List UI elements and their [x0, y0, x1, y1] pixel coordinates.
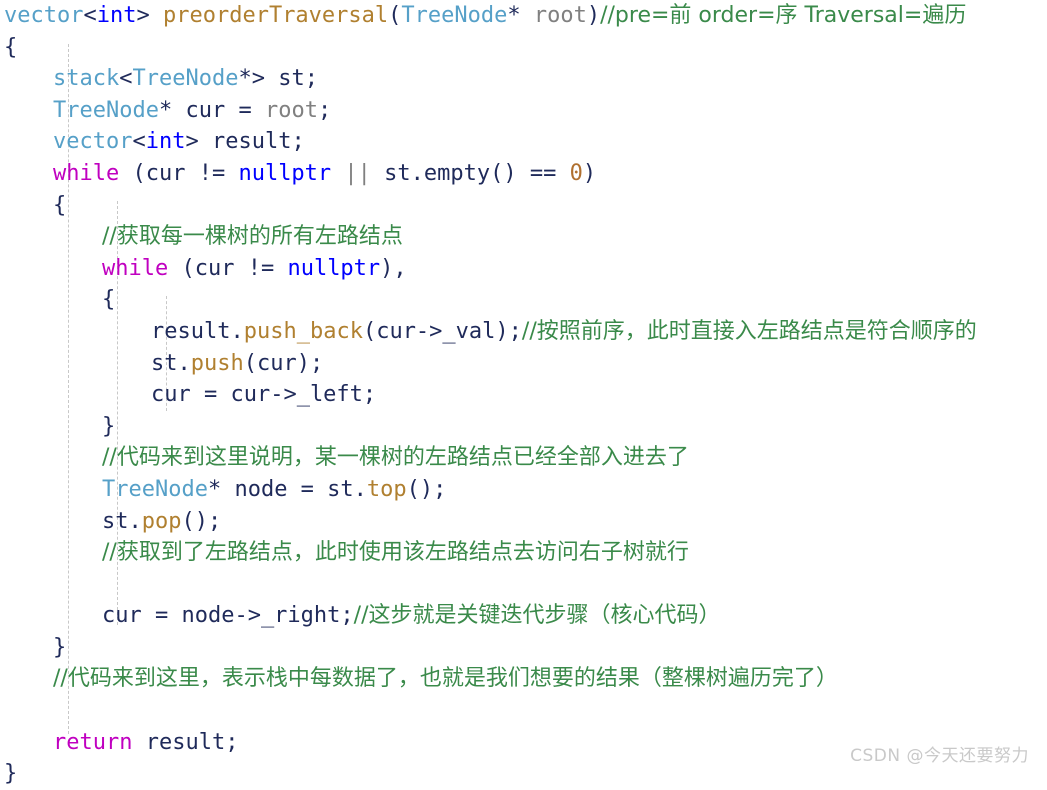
- code-token: ();: [181, 508, 222, 534]
- code-token: (cur->_val);: [362, 318, 522, 344]
- code-line[interactable]: TreeNode* cur = root;: [0, 95, 1047, 127]
- code-line[interactable]: [0, 569, 1047, 601]
- code-comment: //这步就是关键迭代步骤（核心代码）: [353, 603, 721, 629]
- code-token: top: [366, 476, 407, 502]
- code-token: push: [190, 350, 244, 376]
- code-block[interactable]: vector<int> preorderTraversal(TreeNode* …: [0, 0, 1047, 790]
- code-line[interactable]: //获取每一棵树的所有左路结点: [0, 221, 1047, 253]
- code-line[interactable]: {: [0, 284, 1047, 316]
- code-comment: //获取每一棵树的所有左路结点: [102, 224, 403, 250]
- code-token: ();: [406, 476, 447, 502]
- code-token: <: [83, 3, 97, 28]
- code-comment: //按照前序，此时直接入左路结点是符合顺序的: [521, 318, 977, 344]
- csdn-watermark: CSDN @今天还要努力: [850, 746, 1029, 766]
- code-token: }: [53, 634, 67, 660]
- code-line[interactable]: //代码来到这里说明，某一棵树的左路结点已经全部入进去了: [0, 442, 1047, 474]
- code-comment: //获取到了左路结点，此时使用该左路结点去访问右子树就行: [102, 540, 689, 566]
- code-line[interactable]: {: [0, 190, 1047, 222]
- code-token: }: [102, 413, 116, 439]
- code-comment: //pre=前 order=序 Traversal=遍历: [600, 3, 967, 28]
- code-line[interactable]: }: [0, 632, 1047, 664]
- code-line[interactable]: stack<TreeNode*> st;: [0, 63, 1047, 95]
- code-token: <: [132, 129, 146, 155]
- code-token: stack: [53, 66, 120, 92]
- code-token: TreeNode: [401, 3, 508, 28]
- code-token: 0: [569, 160, 583, 186]
- code-token: pop: [141, 508, 182, 534]
- code-token: ),: [380, 255, 407, 281]
- code-token: (cur !=: [119, 160, 239, 186]
- code-token: result;: [211, 129, 305, 155]
- code-token: cur = node->_right;: [102, 603, 354, 629]
- code-token: >: [185, 129, 212, 155]
- code-token: >: [136, 3, 163, 28]
- code-token: while: [53, 160, 120, 186]
- code-line[interactable]: //代码来到这里，表示栈中每数据了，也就是我们想要的结果（整棵树遍历完了）: [0, 663, 1047, 695]
- code-token: *: [507, 3, 534, 28]
- code-token: (cur);: [243, 350, 324, 376]
- code-token: while: [102, 255, 169, 281]
- code-token: {: [53, 192, 67, 218]
- code-comment: //代码来到这里说明，某一棵树的左路结点已经全部入进去了: [102, 445, 689, 471]
- code-token: root: [264, 97, 318, 123]
- code-line[interactable]: st.push(cur);: [0, 348, 1047, 380]
- code-token: root: [533, 3, 587, 28]
- code-line[interactable]: while (cur != nullptr || st.empty() == 0…: [0, 158, 1047, 190]
- code-token: * node = st.: [207, 476, 367, 502]
- code-token: () ==: [490, 160, 570, 186]
- code-token: ;: [317, 97, 332, 123]
- code-token: ): [582, 160, 597, 186]
- code-token: nullptr: [287, 255, 381, 281]
- code-token: st.: [370, 160, 424, 186]
- code-line[interactable]: cur = node->_right;//这步就是关键迭代步骤（核心代码）: [0, 600, 1047, 632]
- code-line[interactable]: vector<int> preorderTraversal(TreeNode* …: [0, 0, 1047, 32]
- code-token: ): [586, 3, 601, 28]
- code-token: cur: [185, 97, 239, 123]
- code-comment: //代码来到这里，表示栈中每数据了，也就是我们想要的结果（整棵树遍历完了）: [53, 666, 838, 692]
- code-token: *: [158, 97, 186, 123]
- code-token: {: [4, 34, 18, 60]
- code-token: TreeNode: [132, 66, 239, 92]
- code-screenshot: vector<int> preorderTraversal(TreeNode* …: [0, 0, 1047, 786]
- code-token: empty: [423, 160, 491, 186]
- code-token: result: [151, 318, 231, 344]
- code-line[interactable]: st.pop();: [0, 506, 1047, 538]
- code-line[interactable]: }: [0, 411, 1047, 443]
- code-token: <: [119, 66, 133, 92]
- code-token: return: [53, 729, 133, 755]
- code-token: }: [4, 761, 18, 787]
- code-token: nullptr: [238, 160, 332, 186]
- code-token: {: [102, 287, 116, 313]
- code-line[interactable]: result.push_back(cur->_val);//按照前序，此时直接入…: [0, 316, 1047, 348]
- code-token: st.: [151, 350, 191, 376]
- code-token: .: [230, 318, 244, 344]
- code-token: cur = cur->_left;: [151, 382, 377, 408]
- code-token: TreeNode: [53, 97, 159, 123]
- code-token: st;: [278, 66, 318, 92]
- code-token: int: [145, 129, 186, 155]
- code-token: (: [388, 3, 402, 28]
- code-token: vector: [53, 129, 133, 155]
- code-line[interactable]: while (cur != nullptr),: [0, 253, 1047, 285]
- code-token: =: [238, 97, 265, 123]
- code-line[interactable]: cur = cur->_left;: [0, 379, 1047, 411]
- code-line[interactable]: //获取到了左路结点，此时使用该左路结点去访问右子树就行: [0, 537, 1047, 569]
- code-token: result;: [132, 729, 239, 755]
- code-line[interactable]: [0, 695, 1047, 727]
- code-line[interactable]: TreeNode* node = st.top();: [0, 474, 1047, 506]
- code-token: (cur !=: [168, 255, 288, 281]
- code-token: preorderTraversal: [162, 3, 389, 28]
- code-token: st.: [102, 508, 142, 534]
- code-token: *>: [238, 66, 279, 92]
- code-token: ||: [344, 160, 371, 186]
- code-token: int: [96, 3, 137, 28]
- code-token: TreeNode: [102, 476, 208, 502]
- code-token: vector: [4, 3, 84, 28]
- code-token: push_back: [243, 318, 363, 344]
- code-line[interactable]: vector<int> result;: [0, 126, 1047, 158]
- code-line[interactable]: {: [0, 32, 1047, 64]
